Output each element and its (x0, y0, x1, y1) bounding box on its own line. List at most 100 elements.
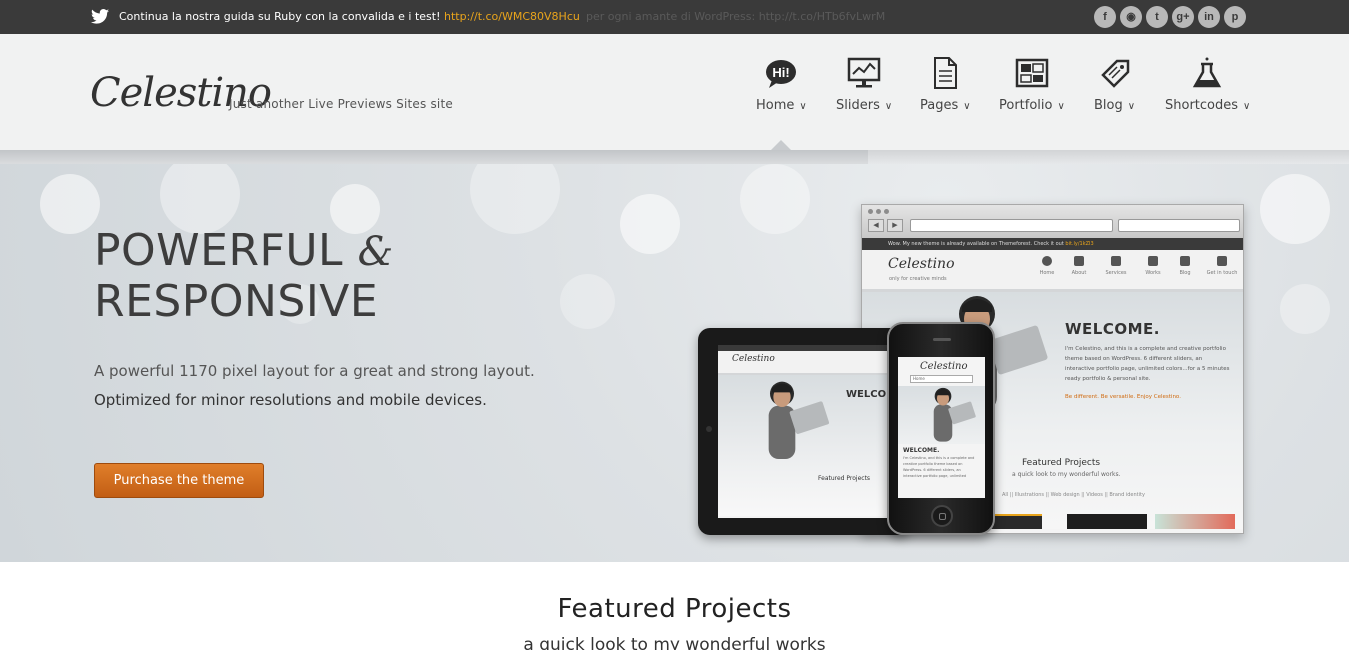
top-bar: Continua la nostra guida su Ruby con la … (0, 0, 1349, 34)
header-divider (0, 140, 1349, 164)
mockup-tweet: Wow. My new theme is already available o… (888, 241, 1066, 247)
phone-speaker (933, 338, 951, 341)
phone-nav-select: Home (910, 375, 973, 383)
hero-title-line2: RESPONSIVE (94, 276, 379, 327)
mockup-thumb (1155, 514, 1235, 529)
featured-projects-section: Featured Projects a quick look to my won… (0, 562, 1349, 650)
phone-hero-image (898, 386, 985, 444)
nav-label-sliders: Sliders (836, 98, 880, 113)
tablet-logo: Celestino (732, 354, 775, 364)
mockup-nav-label: Services (1105, 270, 1127, 276)
person-with-laptop-image (768, 381, 830, 459)
mockup-featured-title: Featured Projects (1022, 458, 1101, 468)
bokeh-light (560, 274, 615, 329)
bokeh-light (740, 164, 810, 234)
rss-icon[interactable]: ◉ (1120, 6, 1142, 28)
featured-projects-subtitle: a quick look to my wonderful works (523, 635, 826, 650)
nav-label-blog: Blog (1094, 98, 1123, 113)
pinterest-icon[interactable]: p (1224, 6, 1246, 28)
hero-subtitle-2: Optimized for minor resolutions and mobi… (94, 391, 487, 409)
page-icon (934, 57, 958, 89)
mockup-nav-label: About (1071, 270, 1087, 276)
tablet-camera (706, 426, 712, 432)
grid-icon (1148, 256, 1158, 266)
nav-item-shortcodes[interactable]: Shortcodes ∨ (1165, 56, 1250, 113)
mockup-logo-sub: only for creative minds (889, 276, 947, 282)
googleplus-icon[interactable]: g+ (1172, 6, 1194, 28)
tag-icon (1100, 59, 1129, 88)
browser-search-bar (1118, 219, 1240, 232)
mockup-nav-label: Home (1039, 270, 1055, 276)
nav-item-sliders[interactable]: Sliders ∨ (836, 56, 892, 113)
tablet-body: WELCOME Featured Projects (718, 375, 891, 516)
active-nav-indicator (771, 140, 791, 150)
featured-projects-title: Featured Projects (557, 594, 792, 624)
home-square-icon (939, 513, 946, 520)
tablet-mockup: Celestino WELCOME Featured Projects (698, 328, 910, 535)
window-dot (884, 209, 889, 214)
person-with-laptop-image (933, 387, 976, 442)
hi-bubble-icon: Hi! (766, 60, 797, 88)
linkedin-icon[interactable]: in (1198, 6, 1220, 28)
mockup-welcome-title: WELCOME. (1065, 320, 1160, 338)
nav-label-shortcodes: Shortcodes (1165, 98, 1239, 113)
svg-text:Hi!: Hi! (773, 65, 790, 80)
social-links: f ◉ t g+ in p (1094, 6, 1246, 28)
phone-logo: Celestino (920, 361, 968, 372)
facebook-icon[interactable]: f (1094, 6, 1116, 28)
header-divider-active (0, 150, 868, 164)
nav-label-home: Home (756, 98, 795, 113)
mockup-filters: All || Illustrations || Web design || Vi… (1002, 492, 1145, 498)
mockup-tweet-link: bit.ly/1kZI3 (1065, 241, 1094, 247)
hero-title: POWERFUL & RESPONSIVE (94, 226, 394, 327)
bokeh-light (40, 174, 100, 234)
mockup-welcome-text: I'm Celestino, and this is a complete an… (1065, 346, 1230, 382)
nav-item-portfolio[interactable]: Portfolio ∨ (999, 56, 1065, 113)
mockup-nav-label: Blog (1179, 270, 1191, 276)
tweet-link[interactable]: http://t.co/WMC80V8Hcu (444, 10, 580, 23)
address-bar (910, 219, 1113, 232)
purchase-theme-button[interactable]: Purchase the theme (94, 463, 264, 498)
nav-item-pages[interactable]: Pages ∨ (920, 56, 971, 113)
phone-welcome-text: I'm Celestino, and this is a complete an… (903, 456, 975, 478)
nav-label-portfolio: Portfolio (999, 98, 1053, 113)
flask-icon (1192, 57, 1222, 88)
mockup-nav-blog: Blog (1170, 256, 1200, 276)
mockup-nav-label: Get in touch (1206, 270, 1238, 276)
mockup-nav-contact: Get in touch (1202, 256, 1242, 276)
mockup-nav-home: Home (1032, 256, 1062, 276)
mockup-nav-label: Works (1145, 270, 1161, 276)
browser-chrome: ◀ ▶ (862, 205, 1243, 238)
mockup-welcome-tagline: Be different. Be versatile. Enjoy Celest… (1065, 394, 1181, 400)
hi-bubble-icon (1042, 256, 1052, 266)
hero-subtitle-1: A powerful 1170 pixel layout for a great… (94, 362, 535, 380)
window-dot (876, 209, 881, 214)
mockup-nav-services: Services (1101, 256, 1131, 276)
tablet-welcome-title: WELCOME (846, 389, 891, 400)
forward-icon: ▶ (887, 219, 903, 232)
tweet-text: Continua la nostra guida su Ruby con la … (119, 10, 444, 23)
chevron-down-icon: ∨ (963, 101, 971, 112)
bokeh-light (160, 164, 240, 234)
phone-screen: Celestino Home WELCOME. I'm Celestino, a… (898, 357, 985, 498)
tablet-header: Celestino (718, 351, 891, 375)
nav-item-home[interactable]: Hi! Home ∨ (756, 56, 807, 113)
checkbox-icon (1111, 256, 1121, 266)
mockup-featured-subtitle: a quick look to my wonderful works. (1012, 471, 1121, 478)
bokeh-light (1260, 174, 1330, 244)
twitter-icon[interactable]: t (1146, 6, 1168, 28)
hero-title-line1: POWERFUL (94, 225, 358, 276)
bokeh-light (620, 194, 680, 254)
nav-item-blog[interactable]: Blog ∨ (1094, 56, 1135, 113)
user-icon (1074, 256, 1084, 266)
site-header: Celestino Just another Live Previews Sit… (0, 34, 1349, 150)
tablet-screen: Celestino WELCOME Featured Projects (718, 345, 891, 518)
phone-welcome-title: WELCOME. (903, 447, 940, 454)
chevron-down-icon: ∨ (1243, 101, 1251, 112)
mockup-header: Celestino only for creative minds Home A… (862, 250, 1243, 292)
bokeh-light (1280, 284, 1330, 334)
portfolio-grid-icon (1015, 58, 1049, 88)
mockup-nav-about: About (1064, 256, 1094, 276)
chevron-down-icon: ∨ (1057, 101, 1065, 112)
tweet-ghost-text: per ogni amante di WordPress: http://t.c… (586, 10, 886, 23)
